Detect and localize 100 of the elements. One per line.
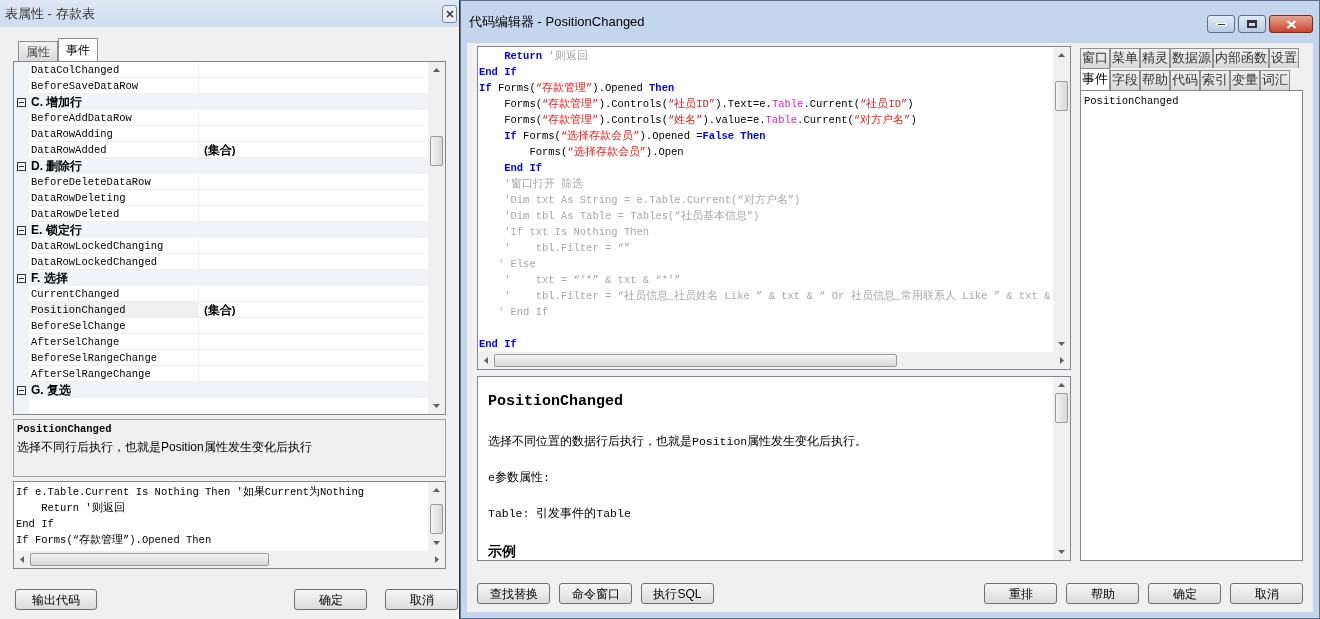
code-line: Forms(“选择存款会员”).Open — [528, 145, 684, 160]
dialog-button[interactable]: 取消 — [385, 589, 458, 610]
property-name[interactable]: PositionChanged — [29, 302, 199, 317]
property-name[interactable]: AfterSelRangeChange — [29, 366, 199, 381]
code-line: ' Else — [496, 257, 536, 272]
tab[interactable]: 窗口 — [1080, 48, 1110, 68]
property-name[interactable]: AfterSelChange — [29, 334, 199, 349]
category-row[interactable]: C. 增加行 — [14, 94, 428, 110]
tab[interactable]: 字段 — [1110, 70, 1140, 90]
scrollbar-thumb[interactable] — [1055, 393, 1068, 423]
collapse-icon[interactable] — [17, 273, 26, 283]
tab[interactable]: 帮助 — [1140, 70, 1170, 90]
category-row[interactable]: G. 复选 — [14, 382, 428, 398]
help-text: 选择不同位置的数据行后执行，也就是Position属性发生变化后执行。 — [488, 433, 868, 450]
help-text: e参数属性: — [488, 469, 550, 486]
tab[interactable]: 设置 — [1269, 48, 1299, 68]
code-line: Return '则返回 — [503, 49, 588, 64]
code-line: If Forms(“存款管理”).Opened Then — [16, 533, 212, 548]
property-value[interactable]: (集合) — [204, 304, 236, 316]
minimize-icon — [1216, 22, 1226, 26]
category-row[interactable]: F. 选择 — [14, 270, 428, 286]
code-line: Forms(“存款管理”).Controls(“社员ID”).Text=e.Table.Current(“社员ID”) — [503, 97, 914, 112]
property-name[interactable]: BeforeDeleteDataRow — [29, 174, 199, 189]
vertical-scrollbar[interactable] — [1053, 377, 1070, 560]
down-arrow-icon — [1058, 342, 1065, 346]
description-title: PositionChanged — [17, 422, 112, 437]
vertical-scrollbar[interactable] — [428, 62, 445, 414]
close-icon — [1285, 19, 1297, 29]
code-line: End If — [479, 337, 517, 352]
code-editor[interactable] — [477, 46, 1071, 370]
code-line: If Forms(“存款管理”).Opened Then — [479, 81, 675, 96]
minimize-button[interactable] — [1207, 15, 1235, 33]
code-line: ' tbl.Filter = “” — [503, 241, 631, 256]
horizontal-scrollbar[interactable] — [14, 551, 445, 568]
close-button[interactable] — [442, 4, 457, 23]
collapse-icon[interactable] — [17, 385, 26, 395]
scrollbar-thumb[interactable] — [1055, 81, 1068, 111]
dialog-button[interactable]: 输出代码 — [15, 589, 97, 610]
scrollbar-thumb[interactable] — [30, 553, 270, 566]
category-label: F. 选择 — [31, 270, 68, 287]
tab[interactable]: 词汇 — [1260, 70, 1290, 90]
vertical-scrollbar[interactable] — [1053, 47, 1070, 352]
dialog-button[interactable]: 确定 — [294, 589, 367, 610]
property-name[interactable]: DataRowAdded — [29, 142, 199, 157]
tab[interactable]: 内部函数 — [1213, 48, 1269, 68]
code-line: 'Dim tbl As Table = Tables(“社员基本信息”) — [503, 209, 760, 224]
dialog-button[interactable]: 确定 — [1148, 583, 1221, 604]
category-row[interactable]: D. 删除行 — [14, 158, 428, 174]
property-name[interactable]: DataRowAdding — [29, 126, 199, 141]
dialog-button[interactable]: 重排 — [984, 583, 1057, 604]
property-name[interactable]: BeforeSelRangeChange — [29, 350, 199, 365]
collapse-icon[interactable] — [17, 161, 26, 171]
code-line: ' End If — [496, 305, 549, 320]
category-row[interactable]: E. 锁定行 — [14, 222, 428, 238]
property-name[interactable]: DataRowLockedChanging — [29, 238, 199, 253]
close-button[interactable] — [1269, 15, 1313, 33]
scrollbar-thumb[interactable] — [494, 354, 898, 367]
horizontal-scrollbar[interactable] — [478, 352, 1070, 369]
maximize-button[interactable] — [1238, 15, 1266, 33]
tab[interactable]: 事件 — [1080, 68, 1110, 90]
property-name[interactable]: CurrentChanged — [29, 286, 199, 301]
tab[interactable]: 精灵 — [1140, 48, 1170, 68]
dialog-button[interactable]: 查找替换 — [477, 583, 550, 604]
up-arrow-icon — [1058, 53, 1065, 57]
collapse-icon[interactable] — [17, 97, 26, 107]
code-line: End If — [16, 517, 54, 532]
property-name[interactable]: DataColChanged — [29, 62, 199, 77]
tab[interactable]: 代码 — [1170, 70, 1200, 90]
event-item[interactable]: PositionChanged — [1084, 94, 1179, 110]
down-arrow-icon — [1058, 550, 1065, 554]
property-name[interactable]: DataRowLockedChanged — [29, 254, 199, 269]
property-name[interactable]: BeforeSaveDataRow — [29, 78, 199, 93]
property-name[interactable]: DataRowDeleted — [29, 206, 199, 221]
help-title: PositionChanged — [488, 392, 624, 412]
dialog-button[interactable]: 命令窗口 — [559, 583, 632, 604]
collapse-icon[interactable] — [17, 225, 26, 235]
category-label: C. 增加行 — [31, 94, 83, 111]
down-arrow-icon — [433, 404, 440, 408]
code-line: Forms(“存款管理”).Controls(“姓名”).value=e.Table.Current(“对方户名”) — [503, 113, 917, 128]
scrollbar-thumb[interactable] — [430, 504, 443, 534]
property-value[interactable]: (集合) — [204, 144, 236, 156]
maximize-icon — [1247, 20, 1257, 28]
tab[interactable]: 属性 — [18, 41, 58, 61]
property-name[interactable]: BeforeAddDataRow — [29, 110, 199, 125]
code-line: End If — [503, 161, 542, 176]
tab[interactable]: 数据源 — [1170, 48, 1213, 68]
dialog-button[interactable]: 帮助 — [1066, 583, 1139, 604]
dialog-button[interactable]: 取消 — [1230, 583, 1303, 604]
tab[interactable]: 事件 — [58, 38, 98, 61]
scrollbar-thumb[interactable] — [430, 136, 443, 166]
tab[interactable]: 索引 — [1200, 70, 1230, 90]
dialog-button[interactable]: 执行SQL — [641, 583, 714, 604]
property-name[interactable]: DataRowDeleting — [29, 190, 199, 205]
down-arrow-icon — [433, 541, 440, 545]
description-text: 选择不同行后执行，也就是Position属性发生变化后执行 — [17, 438, 312, 456]
property-name[interactable]: BeforeSelChange — [29, 318, 199, 333]
tab[interactable]: 菜单 — [1110, 48, 1140, 68]
tab[interactable]: 变量 — [1230, 70, 1260, 90]
left-arrow-icon — [484, 357, 488, 364]
vertical-scrollbar[interactable] — [428, 482, 445, 551]
